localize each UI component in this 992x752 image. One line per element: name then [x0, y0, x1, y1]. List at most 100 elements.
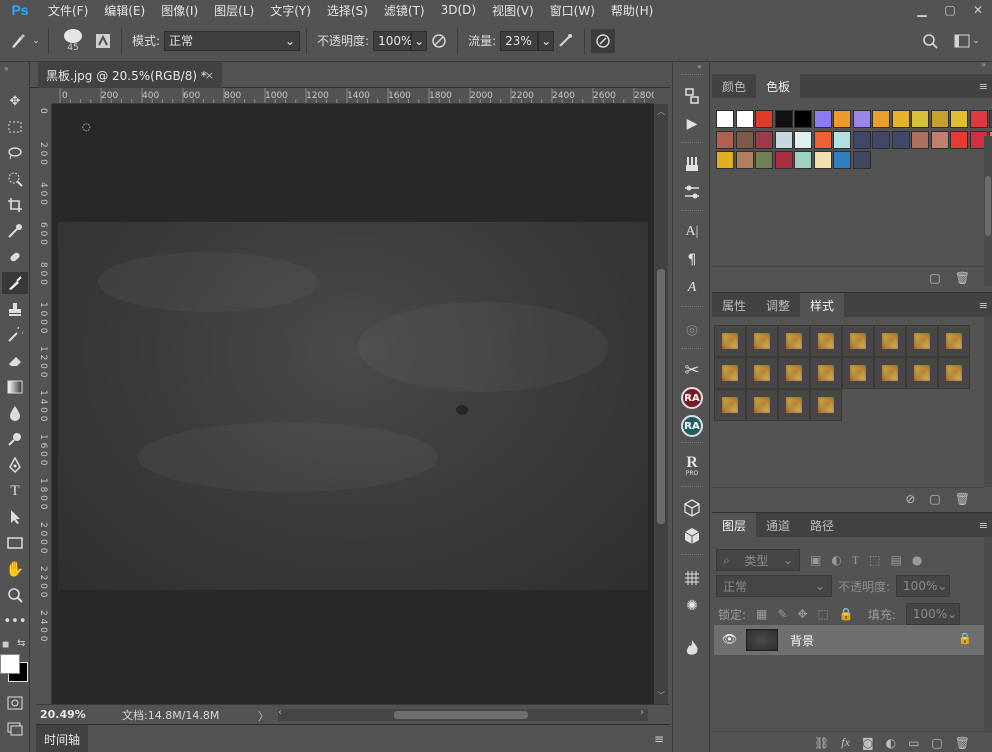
chalkboard-image[interactable] [58, 222, 648, 590]
color-swatch[interactable] [716, 110, 734, 128]
color-swatch[interactable] [833, 151, 851, 169]
mode-select[interactable]: 正常 ⌄ [164, 30, 301, 51]
color-swatch[interactable] [716, 151, 734, 169]
color-swatch[interactable] [911, 130, 929, 149]
lock-transparency-icon[interactable]: ▦ [756, 607, 767, 621]
brush-settings-icon[interactable] [679, 180, 705, 204]
color-swatch[interactable] [774, 110, 793, 128]
adjustment-layer-icon[interactable]: ◐ [886, 736, 896, 750]
styles-scrollbar[interactable] [984, 317, 992, 487]
color-swatch[interactable] [872, 110, 890, 128]
menu-view[interactable]: 视图(V) [484, 2, 542, 19]
opacity-dropdown[interactable]: ⌄ [411, 30, 428, 51]
color-swatch[interactable] [755, 130, 773, 149]
color-swatch[interactable] [950, 110, 968, 128]
color-swatch[interactable] [930, 110, 949, 128]
color-swatch[interactable] [852, 110, 871, 128]
search-icon[interactable] [918, 29, 942, 53]
actions-play-icon[interactable]: ▶ [679, 112, 705, 136]
eyedropper-tool-icon[interactable] [2, 220, 28, 242]
link-layers-icon[interactable]: ⛓ [814, 736, 829, 750]
style-preset[interactable] [746, 389, 778, 421]
pen-tool-icon[interactable] [2, 454, 28, 476]
style-preset[interactable] [746, 325, 778, 357]
more-tools-icon[interactable]: ••• [2, 610, 28, 632]
menu-type[interactable]: 文字(Y) [262, 2, 319, 19]
tab-swatches[interactable]: 色板 [756, 74, 801, 98]
style-preset[interactable] [842, 357, 874, 389]
screen-mode-icon[interactable] [2, 718, 28, 740]
plugin-tools-icon[interactable]: ✂ [679, 358, 705, 382]
color-swatch[interactable] [891, 130, 910, 149]
swatches-scrollbar[interactable] [984, 136, 992, 286]
menu-3d[interactable]: 3D(D) [433, 3, 484, 17]
style-preset[interactable] [810, 389, 842, 421]
collapse-arrows-icon[interactable]: » [981, 60, 986, 69]
minimize-icon[interactable]: ▁ [908, 0, 936, 20]
menu-file[interactable]: 文件(F) [40, 2, 96, 19]
menu-help[interactable]: 帮助(H) [603, 2, 661, 19]
layers-scrollbar[interactable] [984, 537, 992, 733]
horizontal-scrollbar[interactable]: ‹ › [278, 707, 648, 721]
layer-name[interactable]: 背景 [790, 632, 814, 649]
scroll-up-icon[interactable]: ︿ [657, 106, 665, 117]
horizontal-scroll-thumb[interactable] [394, 711, 528, 719]
marquee-tool-icon[interactable] [2, 116, 28, 138]
menu-window[interactable]: 窗口(W) [542, 2, 603, 19]
lasso-tool-icon[interactable] [2, 142, 28, 164]
flow-field[interactable]: 23% [500, 30, 539, 51]
style-preset[interactable] [810, 325, 842, 357]
style-preset[interactable] [810, 357, 842, 389]
lock-all-icon[interactable]: 🔒 [839, 607, 854, 621]
document-canvas[interactable]: ◌ [52, 104, 654, 704]
tab-paths[interactable]: 路径 [800, 513, 844, 537]
lock-artboard-icon[interactable]: ⬚ [818, 607, 829, 621]
color-swatch[interactable] [833, 130, 851, 149]
scroll-down-icon[interactable]: ﹀ [657, 690, 665, 701]
style-preset[interactable] [938, 325, 970, 357]
style-preset[interactable] [938, 357, 970, 389]
color-swatch[interactable] [774, 130, 793, 149]
default-colors-icon[interactable]: ◼ [2, 640, 9, 650]
quick-selection-tool-icon[interactable] [2, 168, 28, 190]
filter-pixel-icon[interactable]: ▣ [810, 553, 821, 567]
pressure-opacity-icon[interactable] [427, 29, 451, 53]
style-preset[interactable] [746, 357, 778, 389]
path-selection-tool-icon[interactable] [2, 506, 28, 528]
blur-tool-icon[interactable] [2, 402, 28, 424]
menu-edit[interactable]: 编辑(E) [96, 2, 153, 19]
opacity-field[interactable]: 100% [373, 30, 412, 51]
status-menu-arrow-icon[interactable]: 〉 [258, 708, 269, 724]
new-group-icon[interactable]: ▭ [908, 736, 919, 750]
tab-styles[interactable]: 样式 [800, 293, 845, 317]
clear-style-icon[interactable]: ⊘ [905, 492, 915, 506]
3d-solid-icon[interactable] [679, 524, 705, 548]
hand-tool-icon[interactable]: ✋ [2, 558, 28, 580]
color-swatch[interactable] [735, 130, 754, 149]
color-swatch[interactable] [833, 110, 851, 128]
brush-tool-icon[interactable] [2, 272, 28, 294]
lock-position-icon[interactable]: ✥ [797, 607, 807, 621]
document-tab[interactable]: 黑板.jpg @ 20.5%(RGB/8) * × [38, 62, 222, 88]
color-swatch[interactable] [813, 110, 832, 128]
history-icon[interactable] [679, 84, 705, 108]
filter-toggle-icon[interactable]: ● [912, 553, 922, 567]
ra-plugin-red-icon[interactable]: RA [679, 386, 705, 410]
glyphs-panel-icon[interactable]: A [679, 276, 705, 300]
color-swatch[interactable] [794, 151, 812, 169]
rpro-plugin-icon[interactable]: R PRO [679, 454, 705, 478]
move-tool-icon[interactable]: ✥ [2, 90, 28, 112]
vertical-scrollbar[interactable]: ︿ ﹀ [654, 104, 668, 704]
style-preset[interactable] [874, 357, 906, 389]
dodge-tool-icon[interactable] [2, 428, 28, 450]
blend-mode-select[interactable]: 正常 ⌄ [716, 575, 832, 597]
type-tool-icon[interactable]: T [2, 480, 28, 502]
healing-brush-tool-icon[interactable] [2, 246, 28, 268]
layer-lock-icon[interactable]: 🔒 [958, 632, 972, 645]
flame-plugin-icon[interactable] [679, 636, 705, 660]
timeline-tab[interactable]: 时间轴 [36, 725, 88, 752]
tab-channels[interactable]: 通道 [756, 513, 800, 537]
3d-cube-icon[interactable] [679, 496, 705, 520]
menu-filter[interactable]: 滤镜(T) [376, 2, 433, 19]
close-icon[interactable]: ✕ [964, 0, 992, 20]
